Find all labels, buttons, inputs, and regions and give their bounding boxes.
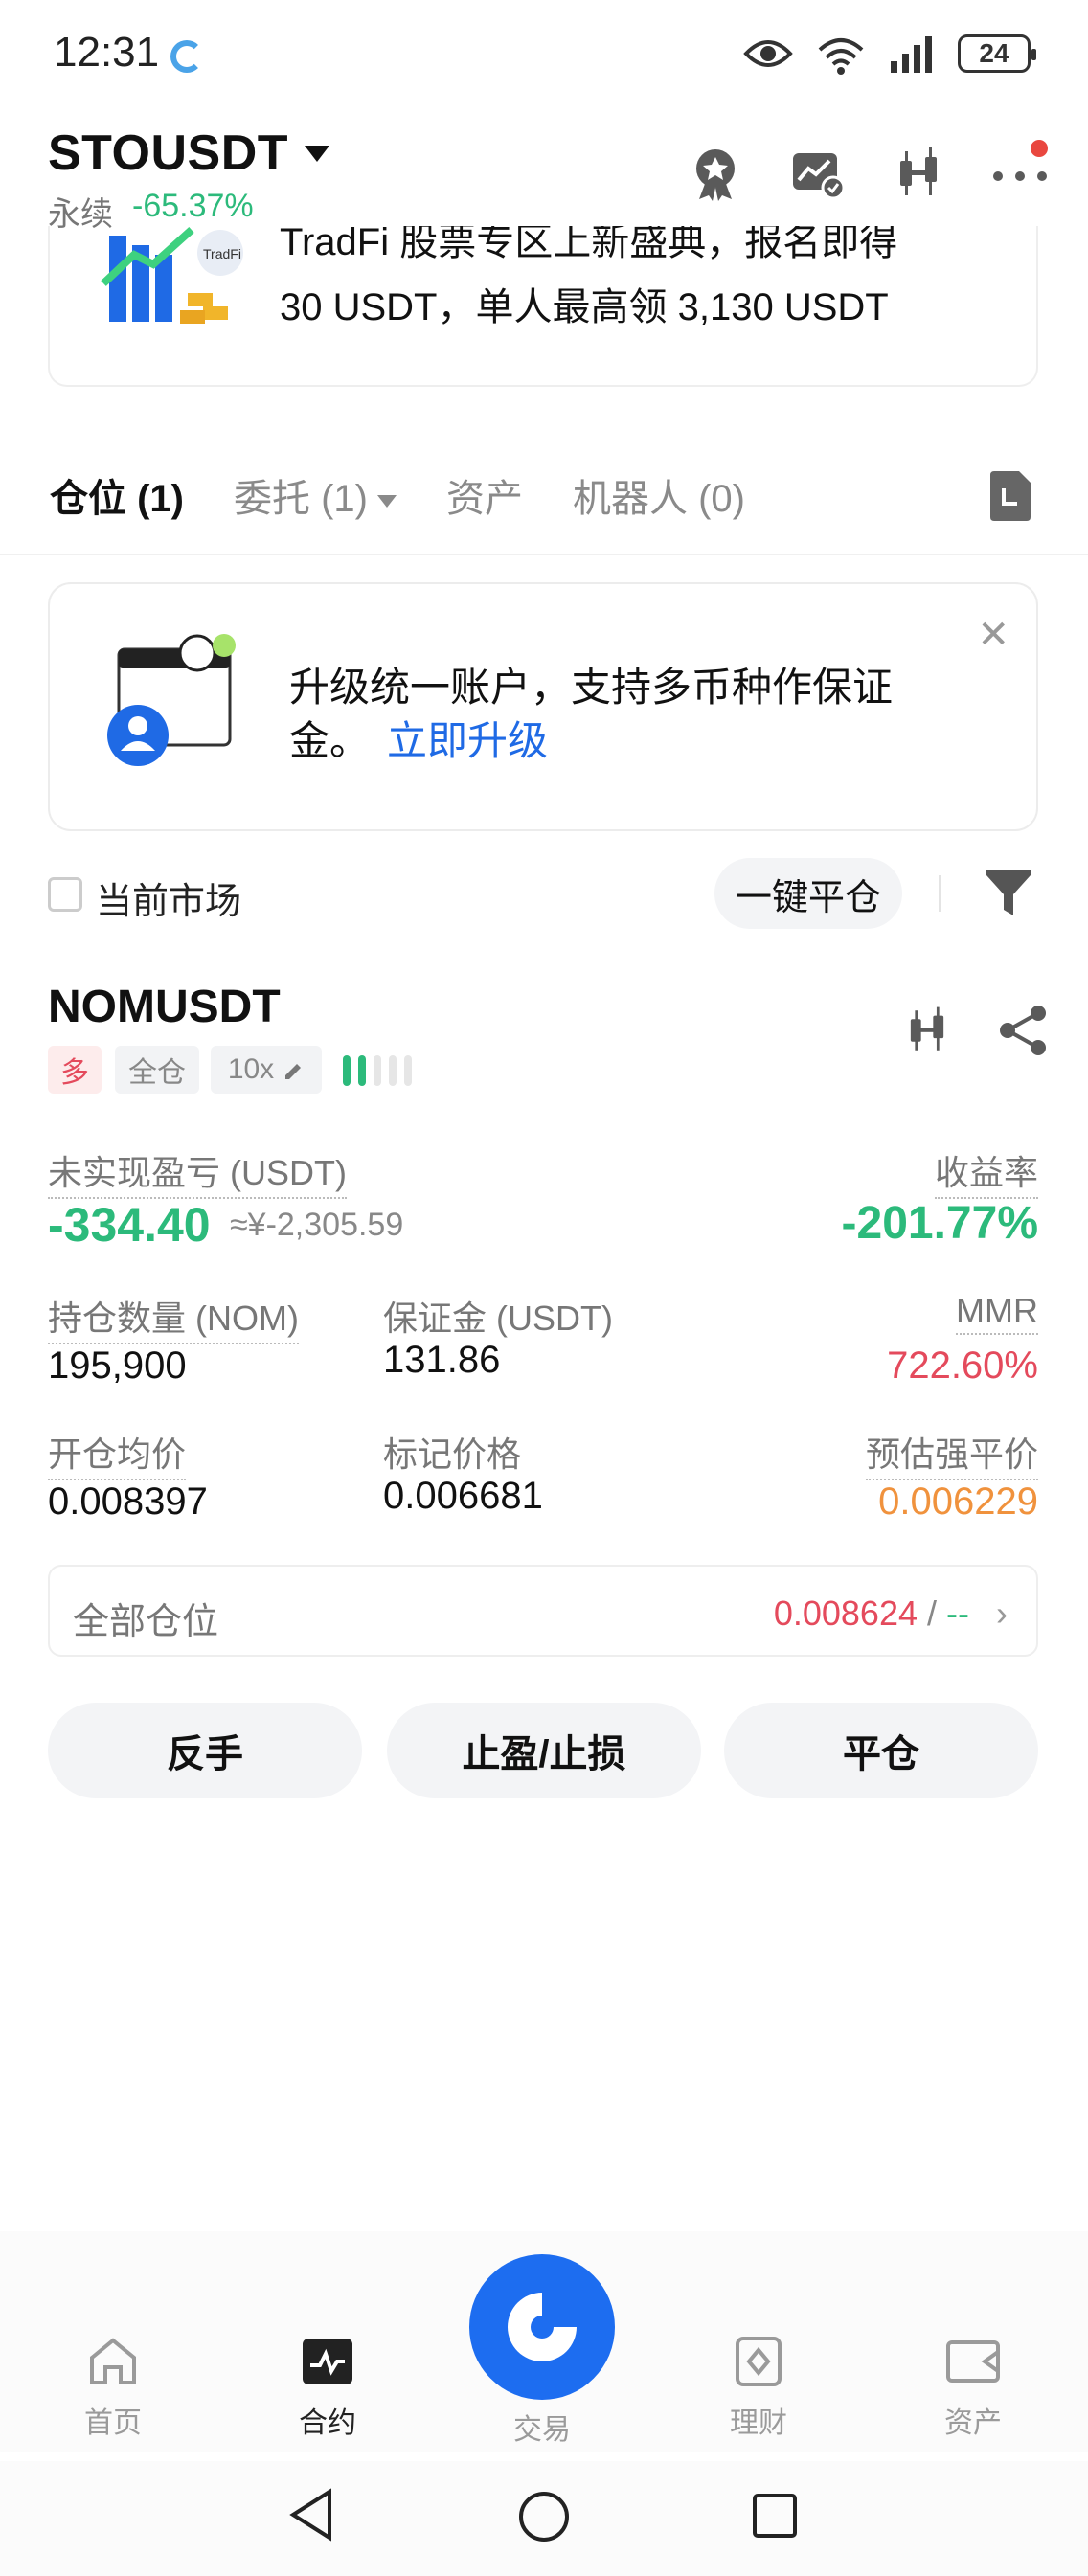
price-change: -65.37% (132, 188, 254, 224)
eye-icon (743, 40, 793, 67)
filter-divider (939, 875, 941, 912)
close-icon[interactable]: ✕ (977, 613, 1009, 657)
more-icon[interactable] (990, 140, 1050, 203)
tradfi-illustration-icon: TradFi (101, 227, 243, 324)
signal-icon (891, 36, 932, 73)
app-notification-icon (170, 40, 203, 73)
wallet-icon (946, 2340, 1000, 2383)
nav-assets[interactable]: 资产 (906, 2337, 1040, 2441)
trade-logo-icon (508, 2293, 577, 2361)
symbol-title[interactable]: STOUSDT (48, 124, 288, 182)
mmr-label[interactable]: MMR (956, 1291, 1038, 1335)
tab-orders[interactable]: 委托 (1) (234, 467, 397, 523)
futures-icon (303, 2339, 352, 2384)
share-icon[interactable] (996, 1004, 1050, 1057)
position-actions (900, 1004, 1050, 1057)
all-positions-label: 全部仓位 (73, 1602, 219, 1642)
recents-icon[interactable] (751, 2492, 799, 2540)
banner-text-line1: TradFi 股票专区上新盛典，报名即得 (280, 226, 898, 263)
position-tabs: 仓位 (1) 委托 (1) 资产 机器人 (0) (50, 467, 745, 523)
upgrade-now-link[interactable]: 立即升级 (383, 714, 549, 768)
status-time: 12:31 (54, 29, 160, 76)
home-icon (90, 2338, 136, 2384)
tabs-divider (0, 554, 1088, 555)
battery-icon: 24 (958, 34, 1036, 73)
liq-price-value: 0.006229 (878, 1480, 1038, 1523)
size-label[interactable]: 持仓数量 (NOM) (48, 1291, 299, 1344)
symbol-dropdown-icon[interactable] (305, 146, 329, 162)
tab-positions[interactable]: 仓位 (1) (50, 467, 184, 523)
unrealized-pnl-cny: ≈¥-2,305.59 (230, 1207, 404, 1243)
chart-settings-icon[interactable] (787, 144, 847, 203)
home-circle-icon[interactable] (517, 2490, 571, 2543)
position-symbol[interactable]: NOMUSDT (48, 981, 281, 1033)
current-market-checkbox[interactable] (48, 877, 82, 912)
candlestick-icon[interactable] (889, 144, 948, 203)
filter-icon[interactable] (985, 868, 1032, 917)
edit-icon (285, 1064, 302, 1079)
nav-home[interactable]: 首页 (46, 2337, 180, 2441)
mark-price-label: 标记价格 (383, 1435, 522, 1474)
status-icons: 24 (743, 33, 1036, 75)
header-actions (686, 140, 1050, 203)
tab-assets[interactable]: 资产 (446, 467, 523, 523)
margin-label: 保证金 (USDT) (383, 1299, 613, 1338)
entry-price-label[interactable]: 开仓均价 (48, 1427, 187, 1480)
order-history-icon[interactable] (985, 469, 1034, 523)
adl-indicator (343, 1055, 412, 1086)
side-badge: 多 (48, 1046, 102, 1094)
upgrade-account-card: 升级统一账户，支持多币种作保证金。 立即升级 ✕ (48, 582, 1038, 831)
nav-futures[interactable]: 合约 (261, 2337, 395, 2441)
unrealized-pnl-value: -334.40 (48, 1198, 211, 1252)
roe-value: -201.77% (841, 1198, 1038, 1249)
size-value: 195,900 (48, 1344, 187, 1387)
all-positions-price: 0.008624 (773, 1593, 918, 1633)
svg-text:TradFi: TradFi (203, 246, 241, 261)
award-icon[interactable] (686, 144, 745, 203)
roe-label[interactable]: 收益率 (934, 1145, 1038, 1199)
tpsl-button[interactable]: 止盈/止损 (387, 1703, 701, 1798)
nav-earn[interactable]: 理财 (691, 2337, 826, 2441)
unrealized-pnl-label[interactable]: 未实现盈亏 (USDT) (48, 1145, 347, 1199)
notification-dot (1031, 140, 1048, 157)
back-icon[interactable] (287, 2488, 337, 2542)
all-positions-values: 0.008624 / -- › (773, 1593, 1008, 1633)
liq-price-label[interactable]: 预估强平价 (865, 1427, 1038, 1480)
all-positions-row[interactable]: 全部仓位 0.008624 / -- › (48, 1565, 1038, 1657)
close-position-button[interactable]: 平仓 (724, 1703, 1038, 1798)
tab-bots[interactable]: 机器人 (0) (573, 467, 745, 523)
candlestick-icon[interactable] (900, 1004, 954, 1057)
nav-trade-label[interactable]: 交易 (475, 2406, 609, 2448)
entry-price-value: 0.008397 (48, 1480, 208, 1523)
trade-fab-button[interactable] (469, 2254, 615, 2400)
mmr-value: 722.60% (887, 1344, 1038, 1387)
banner-text-line2: 30 USDT，单人最高领 3,130 USDT (280, 286, 889, 328)
orders-dropdown-icon (377, 494, 397, 508)
unified-account-illustration-icon (107, 634, 236, 766)
mark-price-value: 0.006681 (383, 1475, 543, 1517)
margin-value: 131.86 (383, 1339, 501, 1381)
chevron-right-icon: › (996, 1593, 1008, 1633)
earn-icon (736, 2337, 782, 2386)
leverage-badge[interactable]: 10x (211, 1046, 322, 1094)
reverse-button[interactable]: 反手 (48, 1703, 362, 1798)
current-market-label[interactable]: 当前市场 (96, 871, 241, 924)
promo-banner[interactable]: TradFi TradFi 股票专区上新盛典，报名即得 30 USDT，单人最高… (48, 226, 1038, 387)
close-all-button[interactable]: 一键平仓 (714, 858, 902, 929)
wifi-icon (818, 38, 864, 75)
margin-mode-badge: 全仓 (115, 1046, 199, 1094)
